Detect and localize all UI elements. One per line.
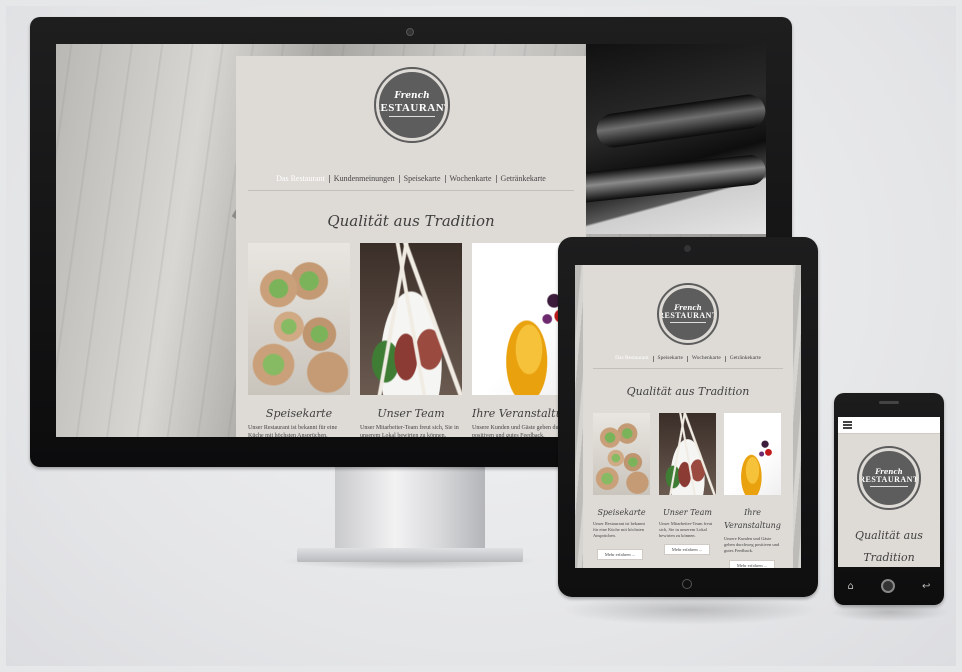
monitor-stand-neck [335,467,485,552]
webcam-icon [406,28,414,36]
logo-line-1: French [674,302,702,312]
nav-item-speisekarte[interactable]: Speisekarte [652,355,687,362]
restaurant-logo[interactable]: French RESTAURANT [374,67,450,143]
home-key-icon[interactable]: ⌂ [848,581,854,592]
phone-shadow [830,602,950,622]
card-title-ihre: Ihre [744,508,761,517]
phone-device: French RESTAURANT Qualität aus Tradition… [834,393,944,605]
phone-menu-bar [838,417,940,434]
desktop-content-panel: French RESTAURANT Das Restaurant Kundenm… [236,56,586,437]
card-image-dessert[interactable] [724,413,781,495]
card-text-unser-team: Unser Mitarbeiter-Team freut sich, Sie i… [360,425,459,437]
card-title-unser-team: Unser Team [663,508,712,517]
card-text-speisekarte: Unser Restaurant ist bekannt für eine Kü… [248,425,338,437]
nav-item-speisekarte[interactable]: Speisekarte [398,175,445,183]
card-image-snails[interactable] [248,243,350,395]
card-image-lamb[interactable] [360,243,462,395]
logo-line-1: French [394,90,430,101]
monitor-stand-base [297,548,523,562]
tablet-shadow [560,595,820,625]
card-title-speisekarte: Speisekarte [597,508,646,517]
nav-item-getraenkekarte[interactable]: Getränkekarte [495,175,550,183]
logo-line-2: RESTAURANT [376,101,448,114]
card-text-unser-team: Unser Mitarbeiter-Team freut sich, Sie i… [659,521,713,538]
tablet-content-panel: French RESTAURANT Das Restaurant Speisek… [583,265,793,568]
phone-home-button[interactable] [880,579,895,593]
nav-item-das-restaurant[interactable]: Das Restaurant [611,355,652,362]
card-title-unser-team: Unser Team [377,407,445,420]
card-text-speisekarte: Unser Restaurant ist bekannt für eine Kü… [593,521,645,538]
tablet-navigation: Das Restaurant Speisekarte Wochenkarte G… [583,355,793,362]
nav-item-kundenmeinungen[interactable]: Kundenmeinungen [328,175,399,183]
nav-item-getraenkekarte[interactable]: Getränkekarte [724,355,765,362]
nav-divider [593,368,783,369]
page-headline: Qualität aus Tradition [327,212,495,230]
page-headline-line-1: Qualität aus [855,529,923,542]
more-button-speisekarte[interactable]: Mehr erfahren ... [597,549,643,560]
logo-ornament [388,115,436,117]
logo-ornament [870,485,908,487]
tablet-screen: French RESTAURANT Das Restaurant Speisek… [575,265,801,568]
back-key-icon[interactable]: ↩ [922,581,930,592]
card-title-veranstaltung: Veranstaltung [724,521,781,530]
restaurant-logo[interactable]: French RESTAURANT [657,283,719,345]
logo-line-2: RESTAURANT [659,310,717,320]
nav-divider [248,190,574,191]
page-headline-line-2: Tradition [863,551,915,564]
more-button-unser-team[interactable]: Mehr erfahren ... [664,544,710,555]
bottle-shape [564,153,766,205]
phone-speaker [879,401,899,404]
phone-screen: French RESTAURANT Qualität aus Tradition [838,417,940,567]
tablet-camera-icon [684,245,691,252]
card-text-veranstaltung: Unsere Kunden und Gäste geben durchweg p… [724,536,780,553]
page-headline: Qualität aus Tradition [626,385,750,398]
tablet-home-button[interactable] [682,579,692,589]
hamburger-menu-icon[interactable] [843,421,852,429]
card-image-snails[interactable] [593,413,650,495]
restaurant-logo[interactable]: French RESTAURANT [857,446,921,510]
card-title-speisekarte: Speisekarte [265,407,333,420]
wine-bottle-photo [564,44,766,234]
main-navigation: Das Restaurant Kundenmeinungen Speisekar… [236,175,586,183]
logo-line-2: RESTAURANT [859,474,919,484]
logo-ornament [669,321,707,323]
card-image-lamb[interactable] [659,413,716,495]
nav-item-wochenkarte[interactable]: Wochenkarte [686,355,725,362]
more-button-veranstaltung[interactable]: Mehr erfahren ... [729,560,775,568]
phone-hardware-keys: ⌂ ↩ [834,573,944,599]
nav-item-das-restaurant[interactable]: Das Restaurant [272,175,329,183]
logo-line-1: French [875,466,903,476]
nav-item-wochenkarte[interactable]: Wochenkarte [444,175,496,183]
bottle-shape [594,92,766,150]
tablet-device: French RESTAURANT Das Restaurant Speisek… [558,237,818,597]
